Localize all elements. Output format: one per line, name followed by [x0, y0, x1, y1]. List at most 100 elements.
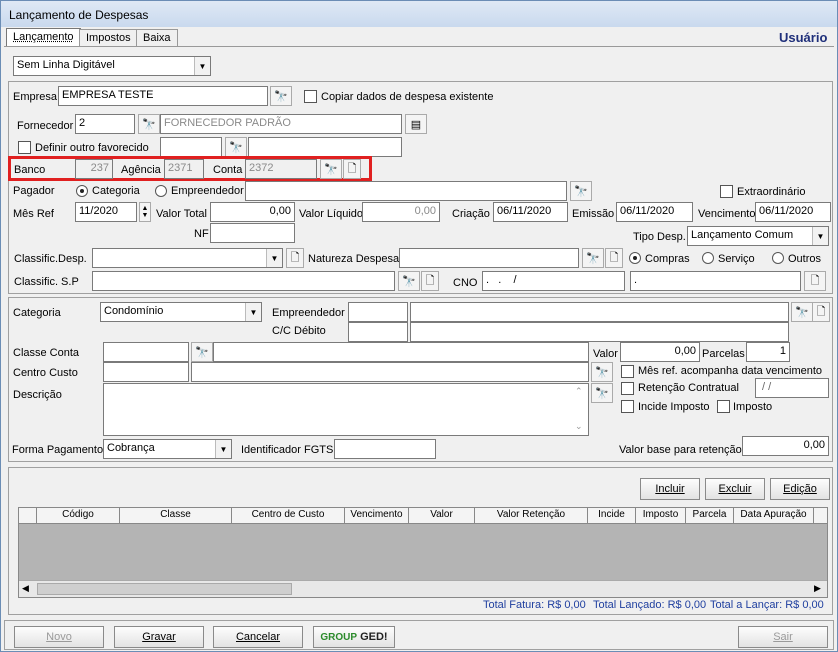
centro-custo-code-input[interactable] — [103, 362, 189, 382]
imposto-checkbox[interactable] — [717, 400, 730, 413]
mes-ref-input[interactable]: 11/2020 — [75, 202, 137, 222]
cc-debito-code-input[interactable] — [348, 322, 408, 342]
gravar-button[interactable]: Gravar — [114, 626, 204, 648]
search-empreendedor-button[interactable]: 🔭 — [791, 302, 813, 322]
fornecedor-code-input[interactable]: 2 — [75, 114, 135, 134]
linha-digitavel-select[interactable]: Sem Linha Digitável ▼ — [13, 56, 211, 76]
classe-conta-code-input[interactable] — [103, 342, 189, 362]
forma-pagamento-select[interactable]: Cobrança ▼ — [103, 439, 232, 459]
scroll-left-icon[interactable]: ◀ — [22, 583, 29, 594]
column-header[interactable]: Vencimento — [345, 508, 409, 524]
scroll-down-icon[interactable]: ⌄ — [575, 421, 583, 432]
definir-favorecido-checkbox[interactable] — [18, 141, 31, 154]
horizontal-scrollbar[interactable]: ◀ ▶ — [19, 580, 827, 597]
criacao-input[interactable]: 06/11/2020 — [493, 202, 568, 222]
cno-new-button[interactable]: 🗋 — [804, 271, 826, 291]
classific-sp-new-button[interactable]: 🗋 — [421, 271, 439, 291]
tab-divider — [4, 46, 834, 47]
mes-ref-spinner[interactable]: ▲ ▼ — [139, 202, 151, 222]
forma-pagamento-label: Forma Pagamento — [12, 444, 104, 456]
incluir-button[interactable]: Incluir — [640, 478, 700, 500]
search-conta-button[interactable]: 🔭 — [320, 159, 342, 179]
cno-input[interactable]: . . / — [482, 271, 625, 291]
column-header[interactable]: Incide — [588, 508, 636, 524]
column-header[interactable]: Centro de Custo — [232, 508, 345, 524]
valor-total-input[interactable]: 0,00 — [210, 202, 295, 222]
column-header[interactable]: Data Apuração — [734, 508, 814, 524]
identificador-fgts-input[interactable] — [334, 439, 436, 459]
extraordinario-label: Extraordinário — [737, 186, 806, 198]
group-ged-logo-button[interactable]: GROUP GED! — [313, 626, 395, 648]
parcelas-input[interactable]: 1 — [746, 342, 790, 362]
favorecido-code-input[interactable] — [160, 137, 222, 157]
fornecedor-edit-button[interactable]: ▤ — [405, 114, 427, 134]
search-classe-conta-button[interactable]: 🔭 — [191, 342, 213, 362]
new-conta-button[interactable]: 🗋 — [343, 159, 361, 179]
cno-name-field[interactable]: . — [630, 271, 801, 291]
tab-baixa[interactable]: Baixa — [136, 29, 178, 47]
emissao-input[interactable]: 06/11/2020 — [616, 202, 693, 222]
empresa-input[interactable]: EMPRESA TESTE — [58, 86, 268, 106]
mes-ref-acomp-label: Mês ref. acompanha data vencimento — [638, 365, 823, 377]
search-centro-custo-button[interactable]: 🔭 — [591, 362, 613, 382]
column-header[interactable]: Código — [37, 508, 120, 524]
pagador-field[interactable] — [245, 181, 567, 201]
column-header[interactable]: Parcela — [686, 508, 734, 524]
tipo-desp-select[interactable]: Lançamento Comum ▼ — [687, 226, 829, 246]
column-header[interactable]: Valor — [409, 508, 475, 524]
retencao-checkbox[interactable] — [621, 382, 634, 395]
edicao-button[interactable]: Edição — [770, 478, 830, 500]
vencimento-input[interactable]: 06/11/2020 — [755, 202, 831, 222]
mes-ref-acomp-checkbox[interactable] — [621, 365, 634, 378]
select-value: Cobrança — [107, 442, 155, 454]
natureza-field[interactable] — [399, 248, 579, 268]
valor-input[interactable]: 0,00 — [620, 342, 700, 362]
cc-debito-name-field[interactable] — [410, 322, 789, 342]
compras-radio[interactable] — [629, 252, 641, 264]
cancelar-button[interactable]: Cancelar — [213, 626, 303, 648]
classific-sp-field[interactable] — [92, 271, 395, 291]
retencao-date-input[interactable]: / / — [755, 378, 829, 398]
classe-conta-name-field[interactable] — [213, 342, 589, 362]
categoria-select[interactable]: Condomínio ▼ — [100, 302, 262, 322]
novo-button[interactable]: Novo — [14, 626, 104, 648]
favorecido-name-field[interactable] — [248, 137, 402, 157]
pagador-empreendedor-radio[interactable] — [155, 185, 167, 197]
nf-input[interactable] — [210, 223, 295, 243]
search-natureza-button[interactable]: 🔭 — [582, 248, 604, 268]
scrollbar-thumb[interactable] — [37, 583, 292, 595]
classific-desp-new-button[interactable]: 🗋 — [286, 248, 304, 268]
search-descricao-button[interactable]: 🔭 — [591, 383, 613, 403]
search-classific-sp-button[interactable]: 🔭 — [398, 271, 420, 291]
natureza-new-button[interactable]: 🗋 — [605, 248, 623, 268]
pagador-categoria-radio[interactable] — [76, 185, 88, 197]
search-favorecido-button[interactable]: 🔭 — [225, 137, 247, 157]
input-value: 2372 — [249, 162, 274, 174]
classific-desp-select[interactable]: ▼ — [92, 248, 283, 268]
tab-impostos[interactable]: Impostos — [79, 29, 138, 47]
items-grid[interactable]: Código Classe Centro de Custo Vencimento… — [18, 507, 828, 598]
scroll-right-icon[interactable]: ▶ — [814, 583, 821, 594]
column-header[interactable]: Classe — [120, 508, 232, 524]
empreendedor-name-field[interactable] — [410, 302, 789, 322]
descricao-textarea[interactable] — [103, 383, 589, 436]
centro-custo-name-field[interactable] — [191, 362, 589, 382]
valor-base-input[interactable]: 0,00 — [742, 436, 829, 456]
copiar-checkbox[interactable] — [304, 90, 317, 103]
search-empresa-button[interactable]: 🔭 — [270, 86, 292, 106]
empreendedor-code-input[interactable] — [348, 302, 408, 322]
incide-imposto-checkbox[interactable] — [621, 400, 634, 413]
tab-lancamento[interactable]: Lançamento — [6, 28, 81, 47]
servico-radio[interactable] — [702, 252, 714, 264]
column-header[interactable]: Valor Retenção — [475, 508, 588, 524]
search-fornecedor-button[interactable]: 🔭 — [138, 114, 160, 134]
outros-radio[interactable] — [772, 252, 784, 264]
scroll-up-icon[interactable]: ⌃ — [575, 386, 583, 397]
extraordinario-checkbox[interactable] — [720, 185, 733, 198]
sair-button[interactable]: Sair — [738, 626, 828, 648]
excluir-button[interactable]: Excluir — [705, 478, 765, 500]
empreendedor-new-button[interactable]: 🗋 — [812, 302, 830, 322]
emissao-label: Emissão — [572, 208, 615, 220]
column-header[interactable]: Imposto — [636, 508, 686, 524]
search-pagador-button[interactable]: 🔭 — [570, 181, 592, 201]
